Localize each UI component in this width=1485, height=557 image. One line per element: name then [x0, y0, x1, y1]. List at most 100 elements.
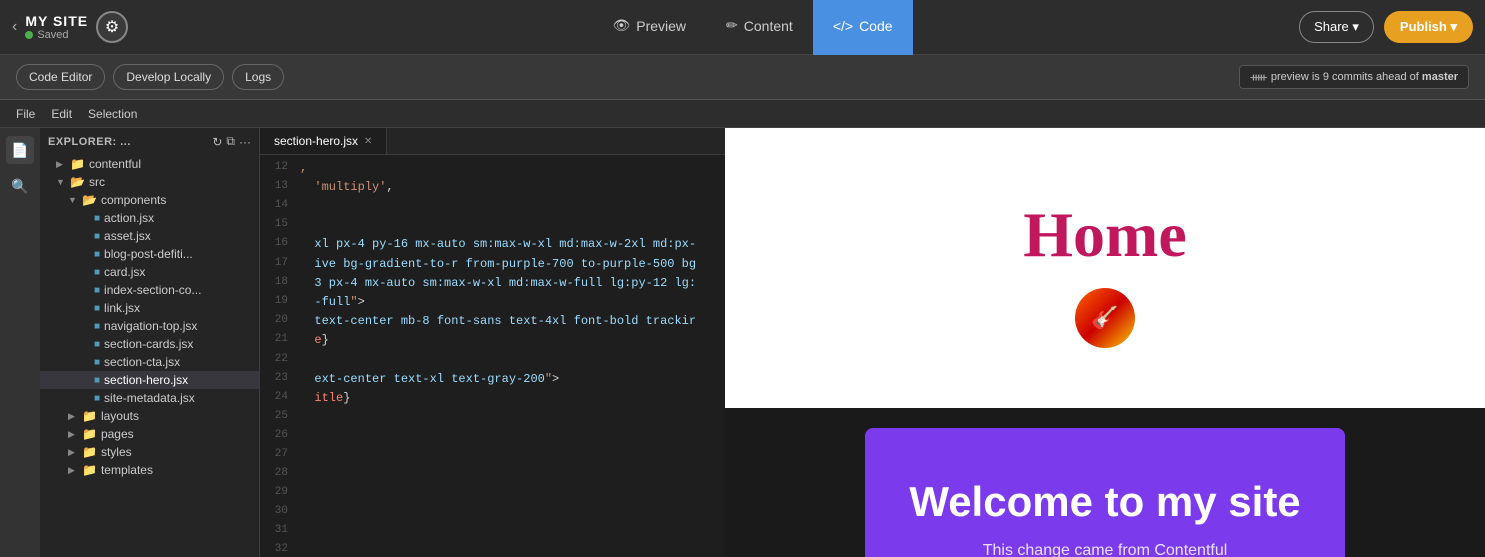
preview-hero-title: Welcome to my site — [905, 478, 1305, 526]
folder-components[interactable]: ▼ 📂 components — [40, 191, 259, 209]
code-line: 24 itle} — [260, 389, 725, 408]
file-section-cards[interactable]: ■ section-cards.jsx — [40, 335, 259, 353]
menu-selection[interactable]: Selection — [88, 107, 137, 121]
develop-locally-button[interactable]: Develop Locally — [113, 64, 224, 90]
folder-templates[interactable]: ▶ 📁 templates — [40, 461, 259, 479]
code-line: 13 'multiply', — [260, 178, 725, 197]
file-site-metadata[interactable]: ■ site-metadata.jsx — [40, 389, 259, 407]
folder-label: templates — [101, 463, 153, 477]
folder-styles[interactable]: ▶ 📁 styles — [40, 443, 259, 461]
file-icon: ■ — [94, 303, 100, 314]
top-nav: ‹ MY SITE Saved ⚙ 👁 Preview ✏ Content </… — [0, 0, 1485, 55]
folder-layouts[interactable]: ▶ 📁 layouts — [40, 407, 259, 425]
menu-file[interactable]: File — [16, 107, 35, 121]
split-button[interactable]: ⧉ — [226, 134, 235, 149]
code-line: 31 — [260, 522, 725, 541]
menu-edit[interactable]: Edit — [51, 107, 72, 121]
share-button[interactable]: Share ▾ — [1299, 11, 1374, 43]
file-icon: ■ — [94, 249, 100, 260]
refresh-button[interactable]: ↻ — [212, 134, 222, 149]
preview-dark-section: Welcome to my site This change came from… — [725, 408, 1485, 557]
code-line: 22 — [260, 351, 725, 370]
folder-icon: 📂 — [82, 193, 97, 207]
code-content[interactable]: 12, 13 'multiply', 14 15 16 xl px-4 py-1… — [260, 155, 725, 557]
explorer-icon[interactable]: 📄 — [6, 136, 34, 164]
nav-right: Share ▾ Publish ▾ — [1273, 11, 1473, 43]
tab-content[interactable]: ✏ Content — [706, 0, 813, 55]
code-editor-button[interactable]: Code Editor — [16, 64, 105, 90]
file-label: link.jsx — [104, 301, 140, 315]
arrow-icon: ▶ — [56, 159, 66, 170]
file-label: action.jsx — [104, 211, 154, 225]
file-icon: ■ — [94, 375, 100, 386]
file-icon: ■ — [94, 339, 100, 350]
arrow-icon: ▼ — [68, 195, 78, 205]
tab-preview[interactable]: 👁 Preview — [592, 0, 706, 55]
logs-button[interactable]: Logs — [232, 64, 284, 90]
code-line: 26 — [260, 427, 725, 446]
code-line: 25 — [260, 408, 725, 427]
tab-close-button[interactable]: ✕ — [364, 136, 372, 147]
code-line: 29 — [260, 484, 725, 503]
file-asset[interactable]: ■ asset.jsx — [40, 227, 259, 245]
preview-hero-subtitle: This change came from Contentful — [905, 542, 1305, 557]
nav-center: 👁 Preview ✏ Content </> Code — [244, 0, 1261, 55]
saved-label: Saved — [37, 29, 68, 41]
branch-icon: ᚔ — [1250, 70, 1266, 84]
file-label: section-cards.jsx — [104, 337, 193, 351]
code-line: 23 ext-center text-xl text-gray-200"> — [260, 370, 725, 389]
code-line: 20 text-center mb-8 font-sans text-4xl f… — [260, 312, 725, 331]
file-index-section[interactable]: ■ index-section-co... — [40, 281, 259, 299]
editor-tabs: section-hero.jsx ✕ — [260, 128, 725, 155]
file-label: site-metadata.jsx — [104, 391, 195, 405]
folder-label: pages — [101, 427, 134, 441]
file-section-cta[interactable]: ■ section-cta.jsx — [40, 353, 259, 371]
left-icon-bar: 📄 🔍 — [0, 128, 40, 557]
file-icon: ■ — [94, 285, 100, 296]
file-icon: ■ — [94, 357, 100, 368]
more-button[interactable]: ··· — [239, 134, 251, 149]
file-label: section-cta.jsx — [104, 355, 180, 369]
tab-code-label: Code — [859, 18, 892, 34]
publish-button[interactable]: Publish ▾ — [1384, 11, 1473, 43]
file-card[interactable]: ■ card.jsx — [40, 263, 259, 281]
secondary-nav: Code Editor Develop Locally Logs ᚔ previ… — [0, 55, 1485, 100]
folder-src[interactable]: ▼ 📂 src — [40, 173, 259, 191]
settings-button[interactable]: ⚙ — [96, 11, 128, 43]
preview-logo: 🎸 — [1075, 288, 1135, 348]
preview-hero-card: Welcome to my site This change came from… — [865, 428, 1345, 557]
file-link[interactable]: ■ link.jsx — [40, 299, 259, 317]
back-button[interactable]: ‹ — [12, 18, 17, 36]
file-icon: ■ — [94, 231, 100, 242]
file-label: index-section-co... — [104, 283, 201, 297]
site-name: MY SITE — [25, 13, 88, 29]
saved-dot-icon — [25, 31, 33, 39]
code-line: 28 — [260, 465, 725, 484]
editor-tab-section-hero[interactable]: section-hero.jsx ✕ — [260, 128, 387, 154]
tab-filename: section-hero.jsx — [274, 134, 358, 148]
explorer-title: EXPLORER: ... — [48, 136, 131, 148]
code-line: 14 — [260, 197, 725, 216]
file-icon: ■ — [94, 393, 100, 404]
file-navigation-top[interactable]: ■ navigation-top.jsx — [40, 317, 259, 335]
file-label: asset.jsx — [104, 229, 151, 243]
tab-code[interactable]: </> Code — [813, 0, 913, 55]
site-info: MY SITE Saved — [25, 13, 88, 41]
file-section-hero[interactable]: ■ section-hero.jsx — [40, 371, 259, 389]
search-icon[interactable]: 🔍 — [6, 172, 34, 200]
code-editor[interactable]: section-hero.jsx ✕ 12, 13 'multiply', 14… — [260, 128, 725, 557]
folder-icon: 📁 — [82, 427, 97, 441]
file-action[interactable]: ■ action.jsx — [40, 209, 259, 227]
logo-emoji: 🎸 — [1091, 305, 1118, 331]
arrow-icon: ▶ — [68, 447, 78, 458]
arrow-icon: ▶ — [68, 411, 78, 422]
preview-top-section: Home 🎸 — [725, 128, 1485, 408]
folder-icon: 📁 — [82, 445, 97, 459]
sidebar-header: EXPLORER: ... ↻ ⧉ ··· — [40, 128, 259, 155]
folder-contentful[interactable]: ▶ 📁 contentful — [40, 155, 259, 173]
folder-label: contentful — [89, 157, 141, 171]
folder-pages[interactable]: ▶ 📁 pages — [40, 425, 259, 443]
preview-panel: Home 🎸 Welcome to my site This change ca… — [725, 128, 1485, 557]
file-blog-post[interactable]: ■ blog-post-defiti... — [40, 245, 259, 263]
arrow-icon: ▶ — [68, 465, 78, 476]
